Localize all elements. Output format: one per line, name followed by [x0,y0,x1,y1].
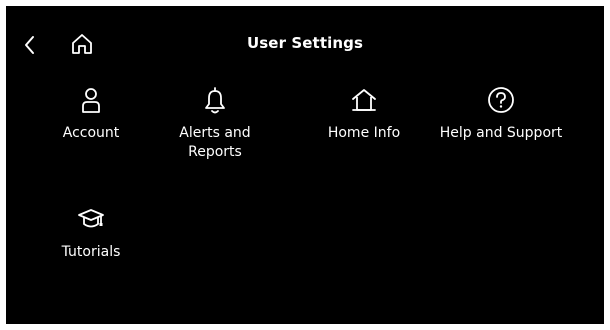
help-and-support-label: Help and Support [439,125,563,141]
house-icon [352,89,376,111]
person-icon [82,88,100,113]
account-tile[interactable]: Account [21,86,161,143]
home-info-tile[interactable]: Home Info [294,86,434,143]
settings-screen: User Settings Account Alerts and Reports… [6,6,604,324]
graduation-cap-icon [78,209,104,228]
account-label: Account [62,125,120,141]
alerts-and-reports-label: Alerts and Reports [179,125,251,160]
home-info-label: Home Info [327,125,401,141]
tutorials-tile[interactable]: Tutorials [21,205,161,262]
help-and-support-tile[interactable]: Help and Support [431,86,571,143]
page-title: User Settings [246,34,363,52]
tutorials-label: Tutorials [61,244,121,260]
question-circle-icon [488,87,514,113]
alerts-and-reports-tile[interactable]: Alerts and Reports [145,86,285,162]
bell-icon [205,87,225,114]
